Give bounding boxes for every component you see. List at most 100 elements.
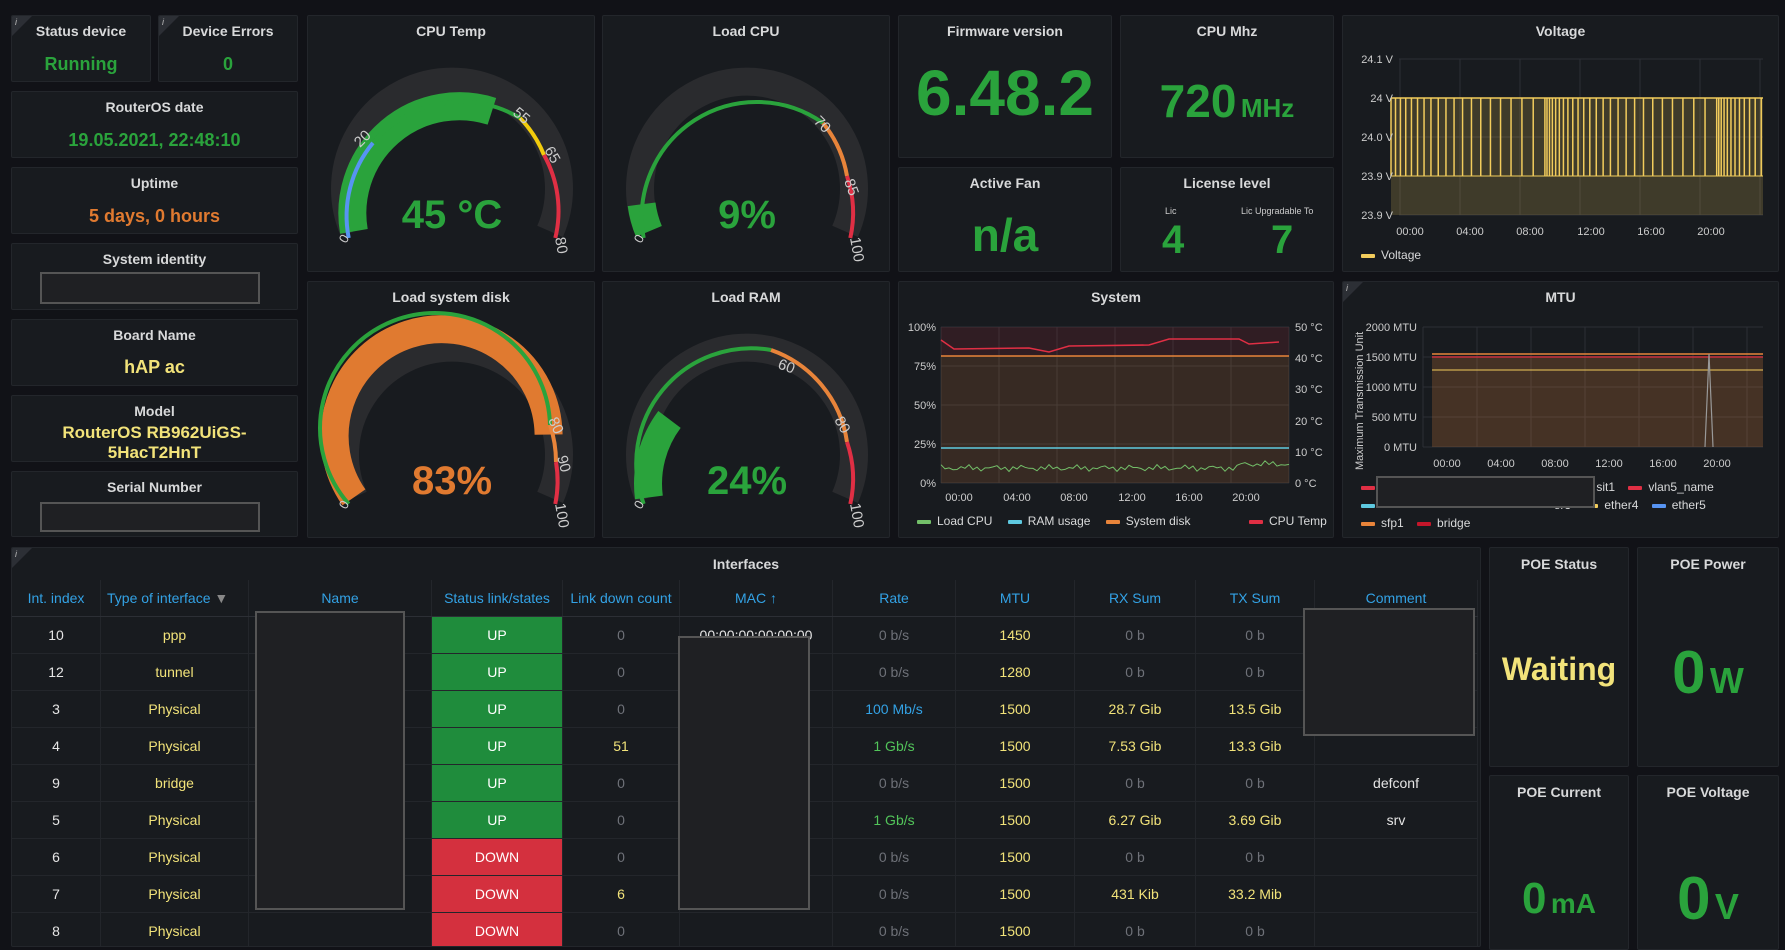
column-header[interactable]: MTU xyxy=(955,580,1075,617)
y-tick-right: 10 °C xyxy=(1295,447,1323,459)
system-panel[interactable]: System 100% 75% 50% 25% 0% 50 °C 40 °C 3… xyxy=(898,281,1334,538)
column-header[interactable]: Status link/states xyxy=(431,580,563,617)
legend-label: ether5 xyxy=(1671,498,1706,512)
panel-title: Firmware version xyxy=(947,23,1063,39)
cpu-mhz-value: 720 xyxy=(1159,75,1237,127)
cell-mtu: 1500 xyxy=(955,801,1075,839)
load-cpu-panel[interactable]: Load CPU 0 70 85 100 9% xyxy=(602,15,890,272)
upg-label: Lic Upgradable To xyxy=(1241,206,1314,216)
legend-label: Load CPU xyxy=(937,514,993,528)
cell-link-down: 51 xyxy=(562,727,680,765)
license-panel[interactable]: License level Lic 4 Lic Upgradable To 7 xyxy=(1120,167,1334,272)
cell-comment xyxy=(1314,838,1478,876)
legend-label: Voltage xyxy=(1381,248,1422,262)
load-ram-panel[interactable]: Load RAM 0 60 80 100 24% xyxy=(602,281,890,538)
poe-power-readout: 0 W xyxy=(1638,638,1778,707)
column-header[interactable]: Rate xyxy=(832,580,956,617)
column-header[interactable]: TX Sum xyxy=(1195,580,1315,617)
legend-label: System disk xyxy=(1125,514,1191,528)
cell-link-down: 0 xyxy=(562,653,680,691)
firmware-panel[interactable]: Firmware version 6.48.2 xyxy=(898,15,1112,158)
panel-title: Interfaces xyxy=(712,556,780,572)
poe-current-panel[interactable]: POE Current 0 mA xyxy=(1489,775,1629,950)
cell-tx: 13.3 Gib xyxy=(1195,727,1315,765)
cell-mtu: 1500 xyxy=(955,690,1075,728)
cell-status: UP xyxy=(431,616,563,654)
panel-title: Device Errors xyxy=(182,23,274,39)
cell-rx: 0 b xyxy=(1074,764,1196,802)
y-tick-left: 50% xyxy=(914,400,936,412)
tick-label: 100 xyxy=(551,502,572,530)
board-value: hAP ac xyxy=(124,357,185,377)
column-header[interactable]: Link down count xyxy=(562,580,680,617)
lic-value: 4 xyxy=(1162,218,1185,262)
gauge-value: 9% xyxy=(718,193,776,237)
cell-mtu: 1500 xyxy=(955,764,1075,802)
cell-rate: 1 Gb/s xyxy=(832,727,956,765)
temp-area xyxy=(941,327,1289,356)
active-fan-panel[interactable]: Active Fan n/a xyxy=(898,167,1112,272)
cell-tx: 33.2 Mib xyxy=(1195,875,1315,913)
routeros-date-panel[interactable]: RouterOS date 19.05.2021, 22:48:10 xyxy=(11,91,298,158)
uptime-panel[interactable]: Uptime 5 days, 0 hours xyxy=(11,167,298,234)
model-panel[interactable]: Model RouterOS RB962UiGS- 5HacT2HnT xyxy=(11,395,298,462)
cpu-mhz-panel[interactable]: CPU Mhz 720 MHz xyxy=(1120,15,1334,158)
panel-title: POE Status xyxy=(1520,556,1598,572)
panel-title: Board Name xyxy=(113,327,196,343)
date-value: 19.05.2021, 22:48:10 xyxy=(68,130,241,150)
cell-comment xyxy=(1314,912,1478,946)
cell-mtu: 1500 xyxy=(955,875,1075,913)
voltage-legend[interactable]: Voltage xyxy=(1361,248,1421,262)
disk-area xyxy=(941,356,1289,483)
poe-current-readout: 0 mA xyxy=(1490,874,1628,924)
panel-title: CPU Mhz xyxy=(1196,23,1258,39)
cell-rx: 6.27 Gib xyxy=(1074,801,1196,839)
column-header-mac[interactable]: MAC ↑ xyxy=(679,580,833,617)
poe-status-panel[interactable]: POE Status Waiting xyxy=(1489,547,1629,767)
device-errors-panel[interactable]: i Device Errors 0 xyxy=(158,15,298,82)
cell-rx: 0 b xyxy=(1074,616,1196,654)
panel-title: Status device xyxy=(35,23,127,39)
voltage-panel[interactable]: Voltage 24.1 V 24 V 24.0 V 23.9 V 23.9 V… xyxy=(1342,15,1779,272)
board-name-panel[interactable]: Board Name hAP ac xyxy=(11,319,298,386)
load-disk-panel[interactable]: Load system disk 0 80 90 100 83% xyxy=(307,281,595,538)
y-tick: 24.0 V xyxy=(1361,132,1393,144)
system-legend[interactable]: Load CPU RAM usage System disk xyxy=(917,514,1190,528)
poe-voltage-panel[interactable]: POE Voltage 0 V xyxy=(1637,775,1779,950)
column-header[interactable]: RX Sum xyxy=(1074,580,1196,617)
panel-title: POE Power xyxy=(1670,556,1746,572)
errors-value: 0 xyxy=(222,54,233,74)
serial-number-panel[interactable]: Serial Number xyxy=(11,471,298,537)
name-redacted-box xyxy=(255,611,405,910)
lic-label: Lic xyxy=(1165,206,1177,216)
gauge-fill xyxy=(634,410,681,500)
cell-mac xyxy=(679,912,833,946)
status-device-panel[interactable]: i Status device Running xyxy=(11,15,151,82)
x-tick: 08:00 xyxy=(1060,492,1088,504)
mtu-panel[interactable]: i MTU Maximum Transmission Unit 2000 MTU… xyxy=(1342,281,1779,538)
y-axis-label: Maximum Transmission Unit xyxy=(1354,332,1366,470)
y-tick-right: 0 °C xyxy=(1295,478,1317,490)
mtu-legend-row-3[interactable]: sfp1 bridge xyxy=(1361,516,1470,530)
interfaces-panel[interactable]: i Interfaces Int. index Type of interfac… xyxy=(11,547,1481,947)
sort-asc-icon[interactable]: ↑ xyxy=(770,590,777,606)
x-tick: 08:00 xyxy=(1516,226,1544,238)
filter-icon[interactable]: ▼ xyxy=(214,590,228,606)
x-tick: 08:00 xyxy=(1541,458,1569,470)
cell-type: Physical xyxy=(100,801,249,839)
poe-power-panel[interactable]: POE Power 0 W xyxy=(1637,547,1779,767)
cpu-temp-panel[interactable]: CPU Temp 0 20 55 65 80 45 °C xyxy=(307,15,595,272)
system-legend-right[interactable]: CPU Temp xyxy=(1249,514,1327,528)
column-header[interactable]: Int. index xyxy=(12,580,101,617)
y-tick-left: 75% xyxy=(914,361,936,373)
table-row[interactable]: 8 Physical DOWN 0 0 b/s 1500 0 b0 b xyxy=(12,912,1478,946)
poe-current-value: 0 xyxy=(1521,874,1547,923)
cell-rate: 0 b/s xyxy=(832,764,956,802)
cell-link-down: 0 xyxy=(562,616,680,654)
column-header-type[interactable]: Type of interface ▼ xyxy=(100,580,249,617)
system-identity-panel[interactable]: System identity xyxy=(11,243,298,310)
y-tick-left: 0% xyxy=(920,478,936,490)
cell-status: UP xyxy=(431,801,563,839)
cell-index: 7 xyxy=(12,875,101,913)
cpu-mhz-readout: 720 MHz xyxy=(1121,74,1333,128)
